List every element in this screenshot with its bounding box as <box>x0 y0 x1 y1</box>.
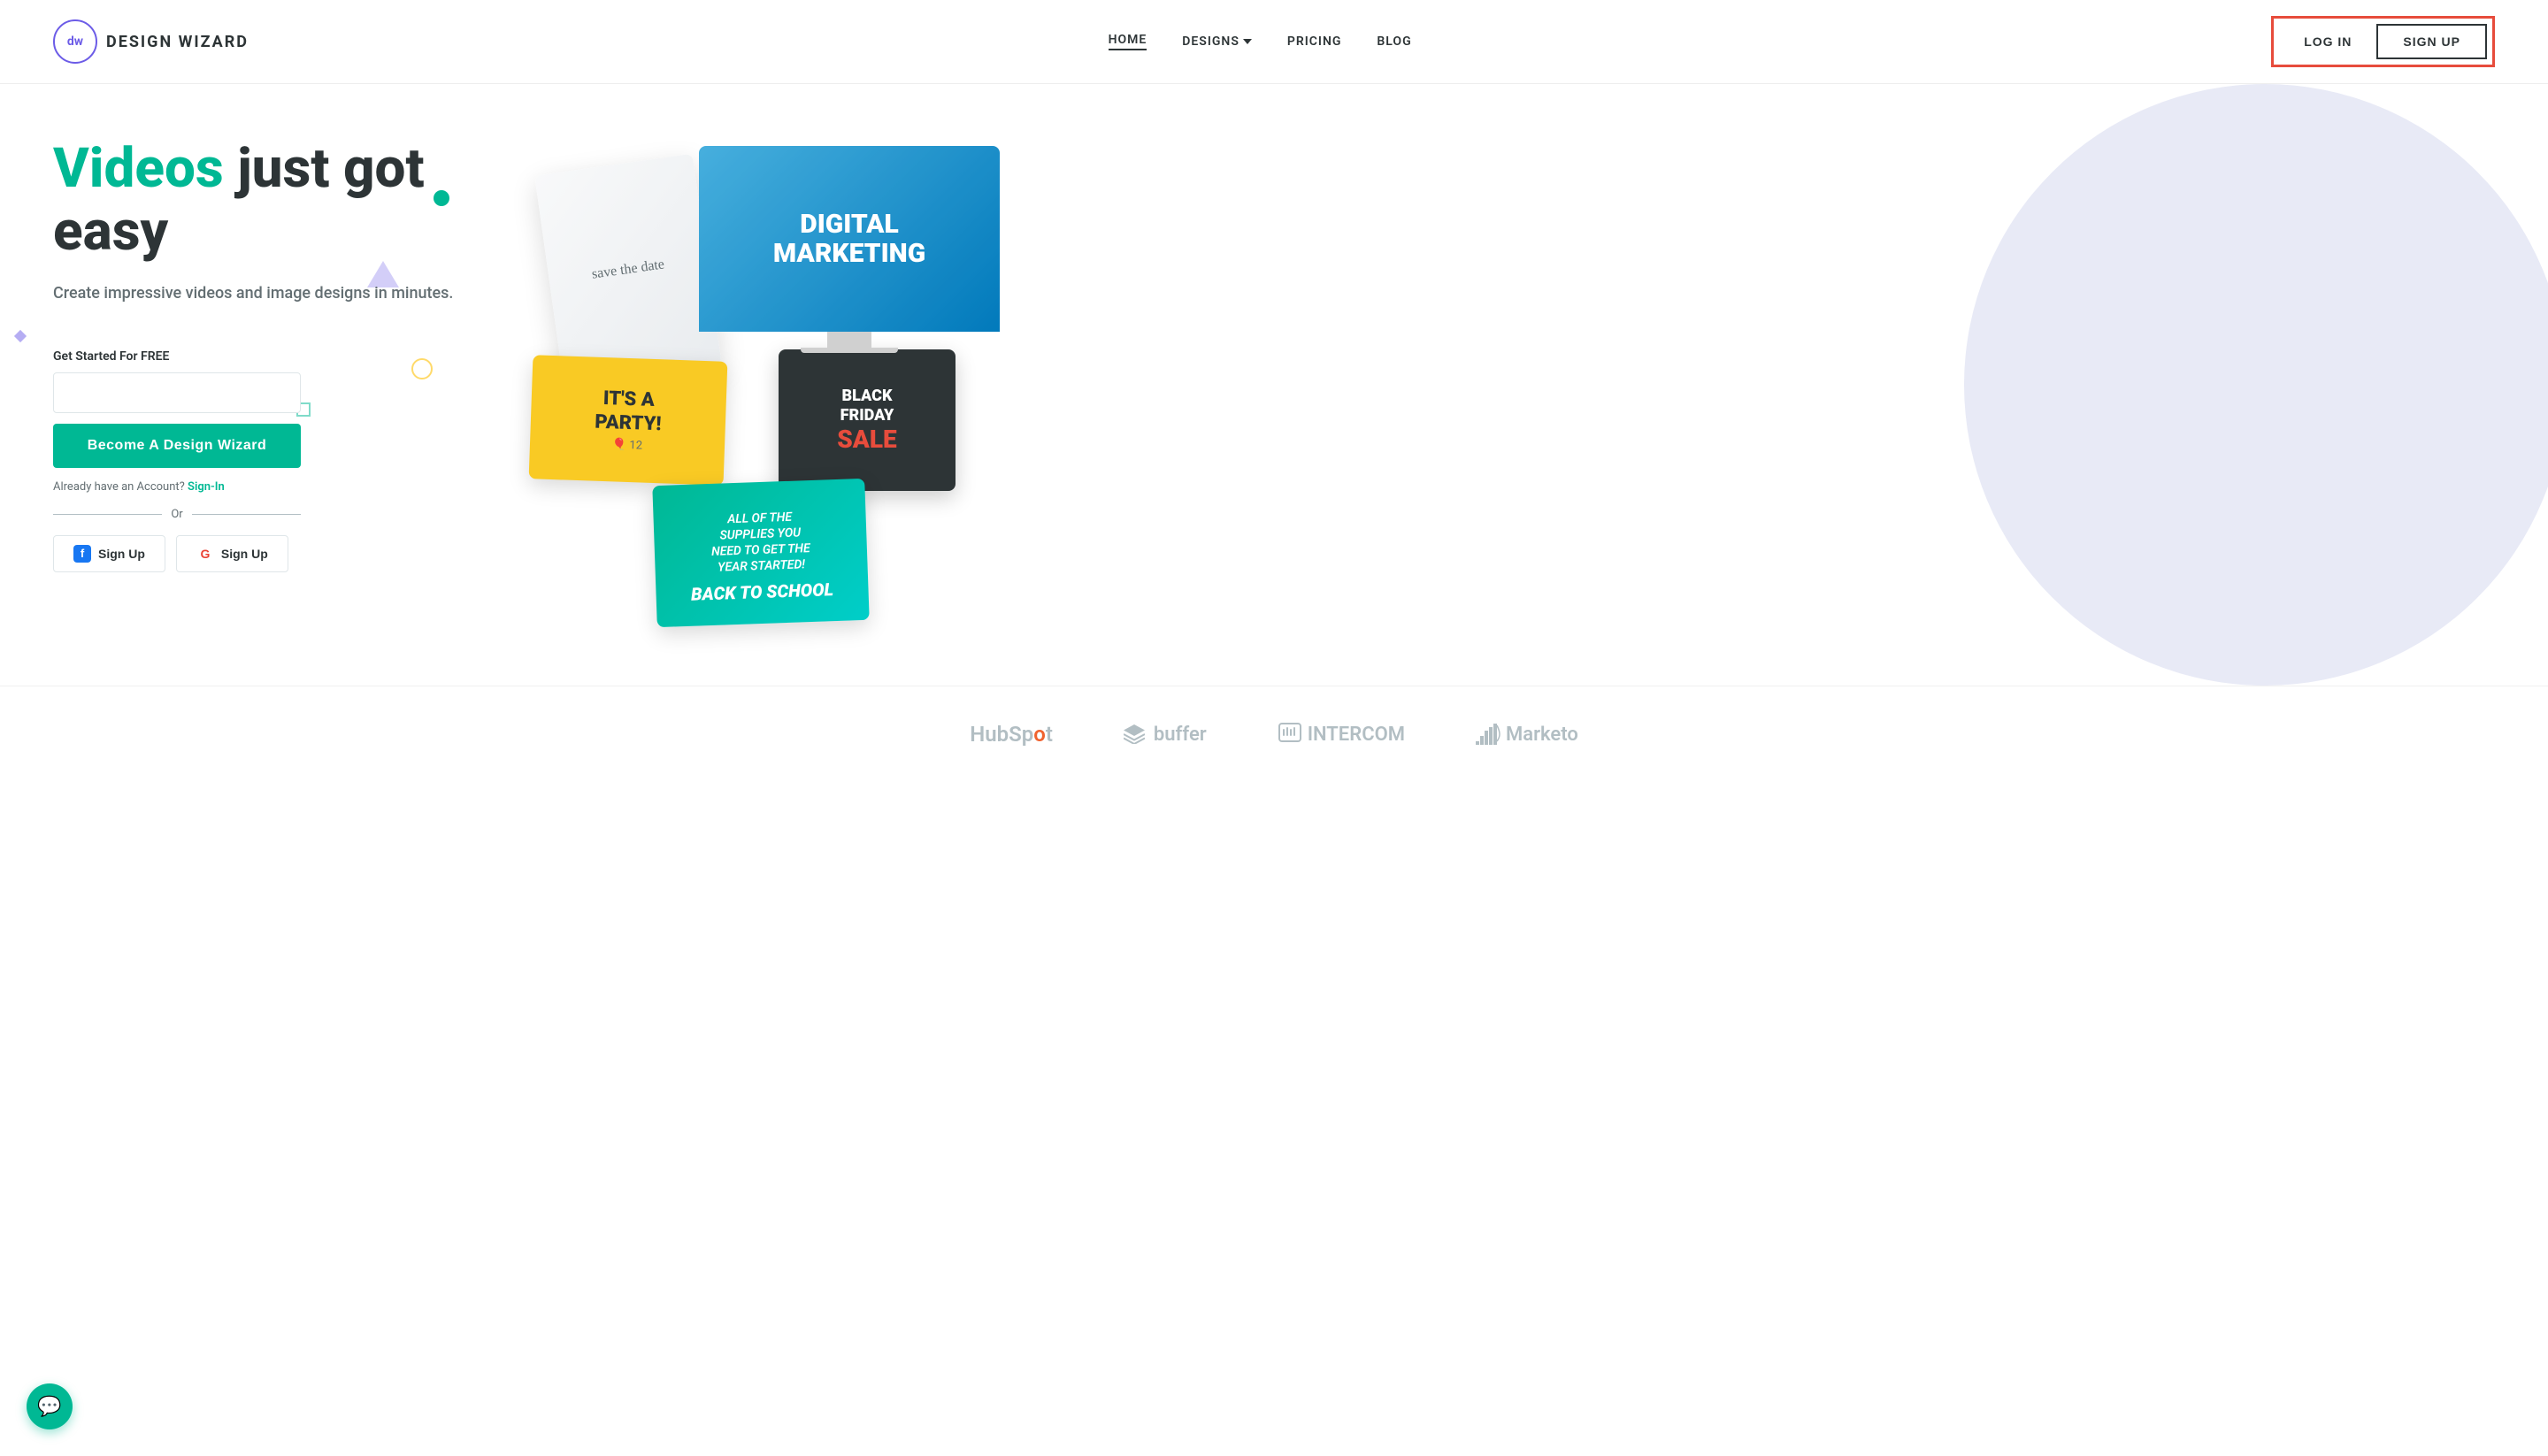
logo-circle: dw <box>53 19 97 64</box>
or-text: Or <box>171 508 182 521</box>
google-icon: G <box>196 545 214 563</box>
google-signup-button[interactable]: G Sign Up <box>176 535 288 572</box>
hero-right: save the date DIGITALMARKETING <box>513 137 2495 650</box>
black-friday-card: BLACKFRIDAY SALE <box>779 349 956 491</box>
divider-left <box>53 514 162 515</box>
nav-designs[interactable]: DESIGNS <box>1182 34 1252 49</box>
logo[interactable]: dw DESIGN WIZARD <box>53 19 249 64</box>
chat-button[interactable]: 💬 <box>27 1383 73 1429</box>
nav-pricing[interactable]: PRICING <box>1287 34 1342 49</box>
school-text: ALL OF THESUPPLIES YOUNEED TO GET THEYEA… <box>688 501 833 584</box>
hero-subheadline: Create impressive videos and image desig… <box>53 281 513 305</box>
become-wizard-button[interactable]: Become A Design Wizard <box>53 424 301 468</box>
blackfriday-text: BLACKFRIDAY <box>840 387 894 425</box>
hero-headline: Videos just goteasy <box>53 137 513 264</box>
facebook-icon: f <box>73 545 91 563</box>
main-nav: HOME DESIGNS PRICING BLOG <box>1109 33 1412 50</box>
hubspot-logo: HubSpot <box>970 722 1053 747</box>
intercom-icon <box>1278 722 1302 747</box>
facebook-signup-button[interactable]: f Sign Up <box>53 535 165 572</box>
sale-text: SALE <box>837 425 896 454</box>
sign-in-text: Already have an Account? Sign-In <box>53 480 513 494</box>
hero-left: Videos just goteasy Create impressive vi… <box>53 137 513 572</box>
design-cards: save the date DIGITALMARKETING <box>513 137 2495 650</box>
social-signup-buttons: f Sign Up G Sign Up <box>53 535 513 572</box>
back-to-school-card: ALL OF THESUPPLIES YOUNEED TO GET THEYEA… <box>652 479 869 627</box>
marketo-logo: Marketo <box>1476 724 1578 746</box>
logo-initials: dw <box>67 34 83 49</box>
nav-blog[interactable]: BLOG <box>1377 34 1411 49</box>
save-the-date-card: save the date <box>534 154 722 387</box>
monitor-text: DIGITALMARKETING <box>773 210 925 268</box>
buffer-logo: buffer <box>1124 724 1207 746</box>
nav-designs-label: DESIGNS <box>1182 34 1239 49</box>
save-date-text: save the date <box>591 257 665 282</box>
monitor-card: DIGITALMARKETING <box>699 146 1000 353</box>
login-button[interactable]: LOG IN <box>2279 26 2376 57</box>
logo-name: DESIGN WIZARD <box>106 33 249 51</box>
party-text: IT'S APARTY! <box>595 387 663 436</box>
brands-section: HubSpot buffer INTERCOM Marketo <box>0 686 2548 782</box>
headline-highlight: Videos <box>53 136 224 201</box>
chevron-down-icon <box>1243 39 1252 44</box>
header: dw DESIGN WIZARD HOME DESIGNS PRICING BL… <box>0 0 2548 84</box>
fb-signup-label: Sign Up <box>98 547 145 561</box>
sign-in-link[interactable]: Sign-In <box>188 480 225 494</box>
get-started-label: Get Started For FREE <box>53 349 513 364</box>
intercom-logo: INTERCOM <box>1278 722 1405 747</box>
google-signup-label: Sign Up <box>221 547 268 561</box>
divider-right <box>192 514 301 515</box>
auth-buttons: LOG IN SIGN UP <box>2271 16 2495 67</box>
chat-icon: 💬 <box>37 1396 61 1418</box>
signup-button[interactable]: SIGN UP <box>2376 24 2487 59</box>
or-divider: Or <box>53 508 301 521</box>
hero-section: Videos just goteasy Create impressive vi… <box>0 84 2548 686</box>
nav-home[interactable]: HOME <box>1109 33 1147 50</box>
diamond-decoration <box>14 330 27 342</box>
party-card: IT'S APARTY! 🎈 12 <box>529 355 728 486</box>
email-field[interactable] <box>53 372 301 413</box>
school-title: Back to SCHOOL <box>691 579 834 606</box>
buffer-icon <box>1124 724 1145 744</box>
marketo-icon <box>1476 724 1500 745</box>
